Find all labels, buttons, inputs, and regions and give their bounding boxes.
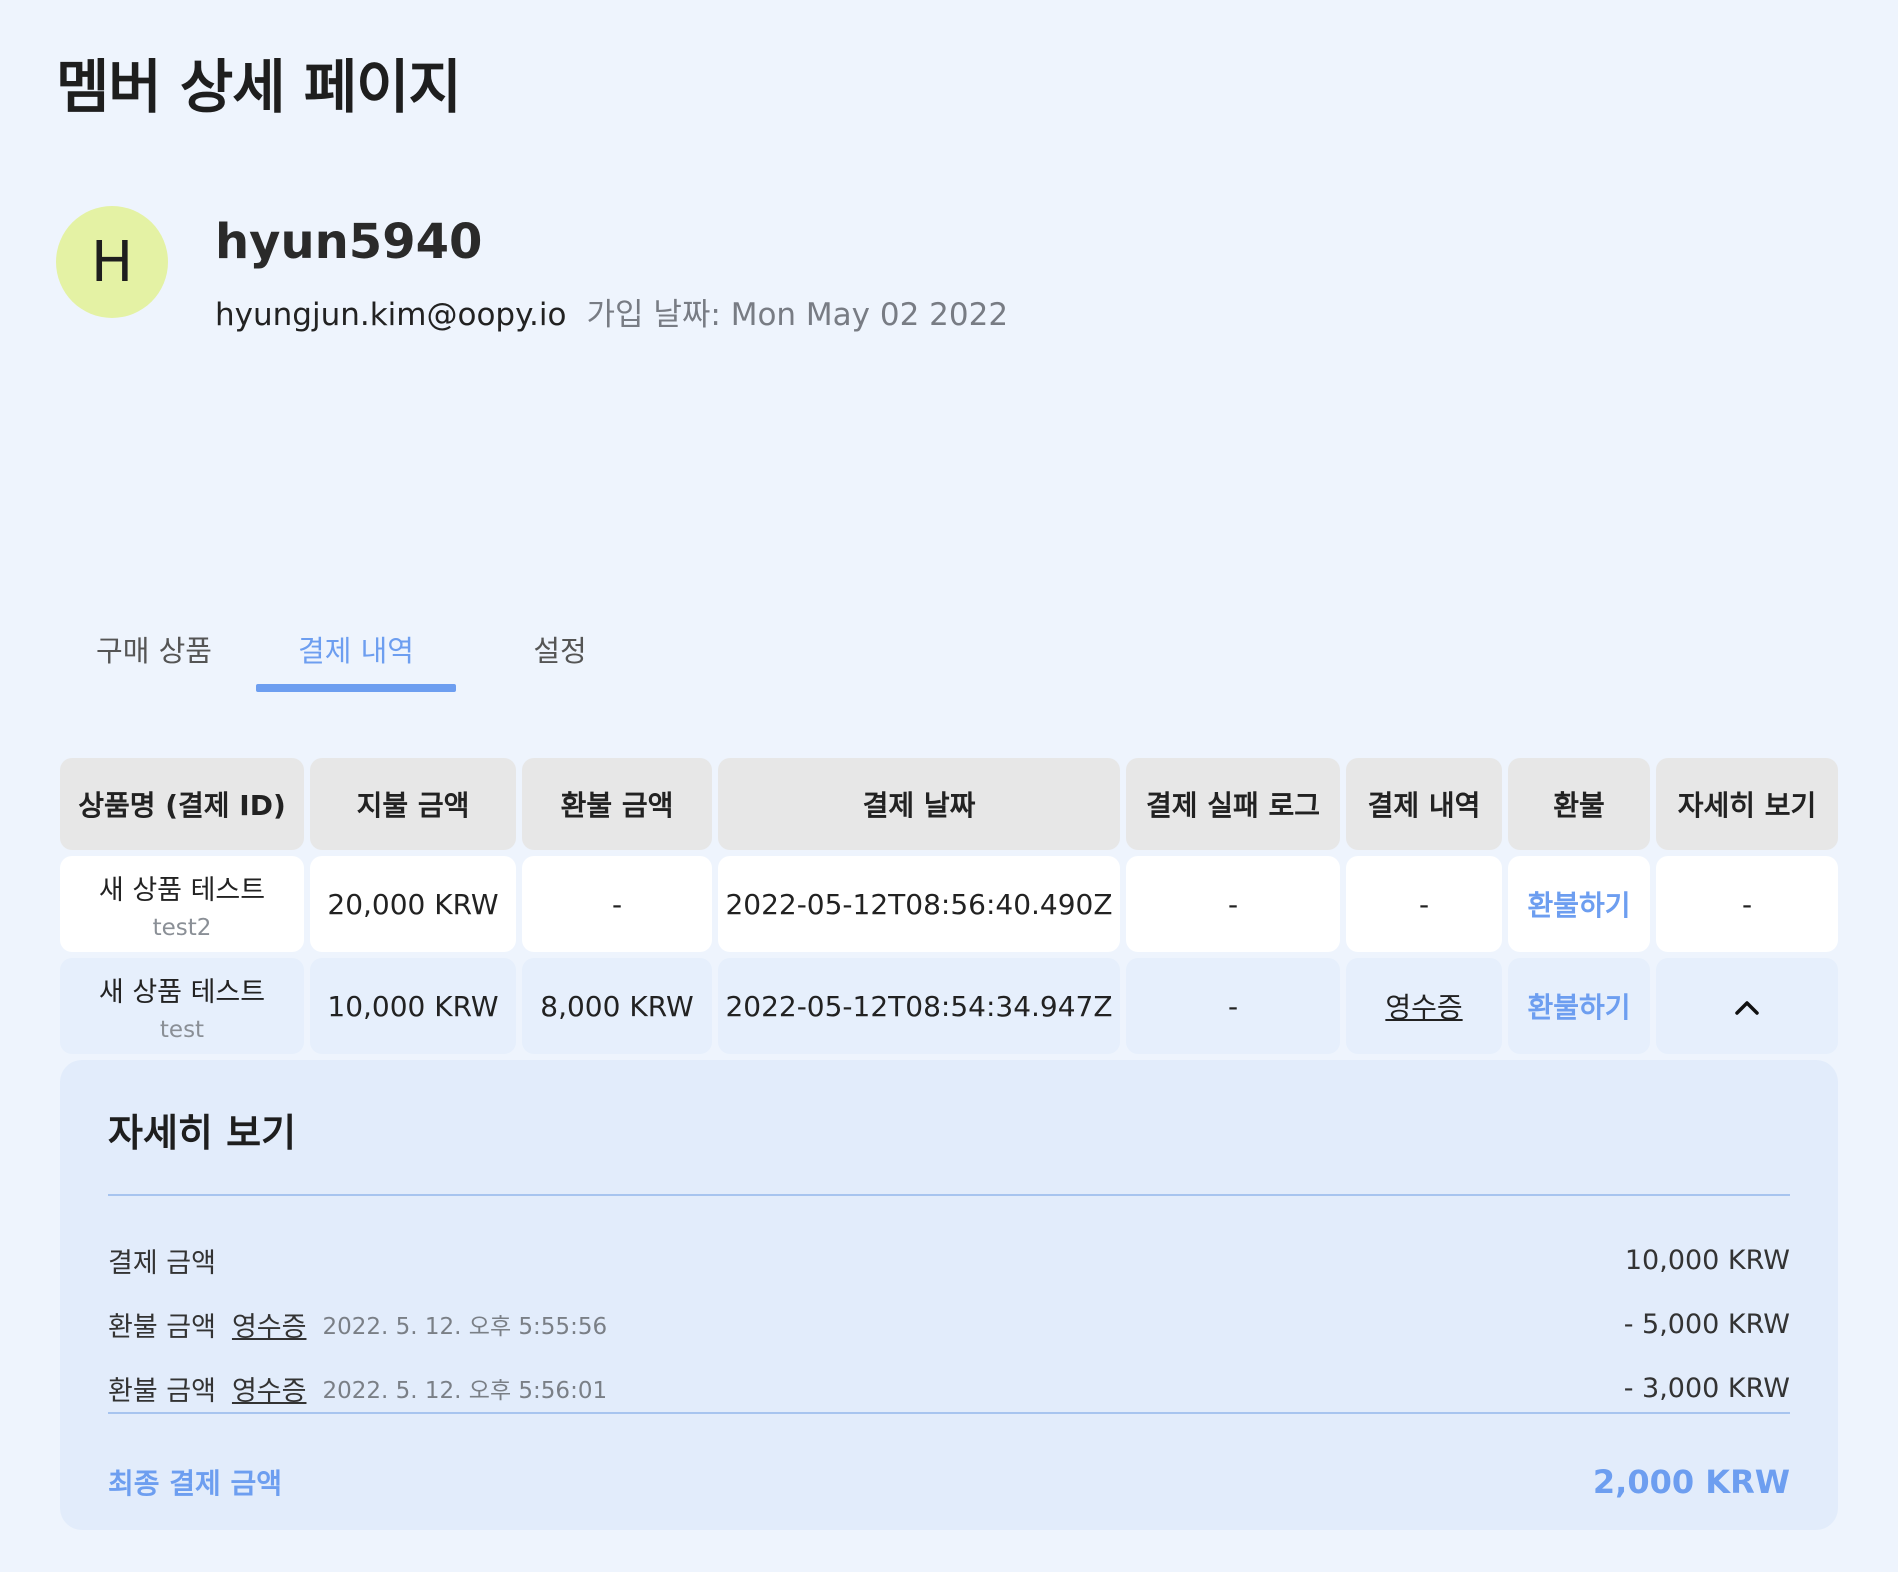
details-panel: 자세히 보기 결제 금액 10,000 KRW 환불 금액 영수증 2022. … xyxy=(60,1060,1838,1530)
fail-log: - xyxy=(1126,958,1340,1054)
refund-label: 환불 금액 xyxy=(108,1375,216,1407)
fail-log: - xyxy=(1126,856,1340,952)
tab-settings[interactable]: 설정 xyxy=(520,610,600,688)
refunded-amount: 8,000 KRW xyxy=(522,958,712,1054)
receipt-cell: 영수증 xyxy=(1346,958,1502,1054)
product-name: 새 상품 테스트 xyxy=(98,874,266,906)
refund-cell: 환불하기 xyxy=(1508,856,1650,952)
paid-amount: 10,000 KRW xyxy=(310,958,516,1054)
tab-payment-history[interactable]: 결제 내역 xyxy=(256,610,456,688)
receipt-cell: - xyxy=(1346,856,1502,952)
header-refunded: 환불 금액 xyxy=(522,758,712,850)
header-date: 결제 날짜 xyxy=(718,758,1120,850)
details-title: 자세히 보기 xyxy=(108,1111,297,1155)
header-fail-log: 결제 실패 로그 xyxy=(1126,758,1340,850)
payment-id: test2 xyxy=(152,914,212,941)
payment-amount-row: 결제 금액 10,000 KRW xyxy=(108,1240,1790,1280)
join-date: 가입 날짜: Mon May 02 2022 xyxy=(586,297,1009,333)
details-cell xyxy=(1656,958,1838,1054)
payment-date: 2022-05-12T08:56:40.490Z xyxy=(718,856,1120,952)
header-paid: 지불 금액 xyxy=(310,758,516,850)
tab-bar: 구매 상품 결제 내역 설정 xyxy=(60,610,660,692)
header-refund: 환불 xyxy=(1508,758,1650,850)
chevron-up-icon[interactable] xyxy=(1733,990,1761,1023)
header-details: 자세히 보기 xyxy=(1656,758,1838,850)
receipt-link[interactable]: 영수증 xyxy=(1385,986,1462,1026)
refund-time: 2022. 5. 12. 오후 5:56:01 xyxy=(322,1378,608,1404)
profile-meta: hyungjun.kim@oopy.io 가입 날짜: Mon May 02 20… xyxy=(215,289,1008,334)
payment-date: 2022-05-12T08:54:34.947Z xyxy=(718,958,1120,1054)
table-row-2-product: 새 상품 테스트 test xyxy=(60,958,304,1054)
divider xyxy=(108,1194,1790,1196)
header-receipt: 결제 내역 xyxy=(1346,758,1502,850)
refund-button[interactable]: 환불하기 xyxy=(1527,986,1630,1026)
email: hyungjun.kim@oopy.io xyxy=(215,297,567,333)
refund-amount: - 5,000 KRW xyxy=(1623,1308,1790,1340)
table-row-1-product: 새 상품 테스트 test2 xyxy=(60,856,304,952)
refund-button[interactable]: 환불하기 xyxy=(1527,884,1630,924)
active-tab-indicator xyxy=(256,684,456,692)
final-amount-label: 최종 결제 금액 xyxy=(108,1467,283,1500)
refunded-amount: - xyxy=(522,856,712,952)
product-name: 새 상품 테스트 xyxy=(98,976,266,1008)
avatar: H xyxy=(56,206,168,318)
refund-row: 환불 금액 영수증 2022. 5. 12. 오후 5:56:01 - 3,00… xyxy=(108,1368,1790,1408)
refund-cell: 환불하기 xyxy=(1508,958,1650,1054)
payment-amount-label: 결제 금액 xyxy=(108,1247,216,1279)
refund-label: 환불 금액 xyxy=(108,1311,216,1343)
payment-amount-value: 10,000 KRW xyxy=(1624,1244,1790,1276)
payment-id: test xyxy=(159,1016,205,1043)
username: hyun5940 xyxy=(215,214,483,270)
page-title: 멤버 상세 페이지 xyxy=(56,53,462,121)
final-amount-row: 최종 결제 금액 2,000 KRW xyxy=(108,1462,1790,1502)
receipt-link[interactable]: 영수증 xyxy=(232,1305,307,1344)
refund-amount: - 3,000 KRW xyxy=(1623,1372,1790,1404)
refund-row: 환불 금액 영수증 2022. 5. 12. 오후 5:55:56 - 5,00… xyxy=(108,1304,1790,1344)
avatar-letter: H xyxy=(90,229,134,295)
header-product: 상품명 (결제 ID) xyxy=(60,758,304,850)
paid-amount: 20,000 KRW xyxy=(310,856,516,952)
details-cell: - xyxy=(1656,856,1838,952)
tab-purchased-products[interactable]: 구매 상품 xyxy=(84,610,224,688)
refund-time: 2022. 5. 12. 오후 5:55:56 xyxy=(322,1314,608,1340)
final-amount-value: 2,000 KRW xyxy=(1592,1463,1790,1501)
divider xyxy=(108,1412,1790,1414)
receipt-link[interactable]: 영수증 xyxy=(232,1369,307,1408)
